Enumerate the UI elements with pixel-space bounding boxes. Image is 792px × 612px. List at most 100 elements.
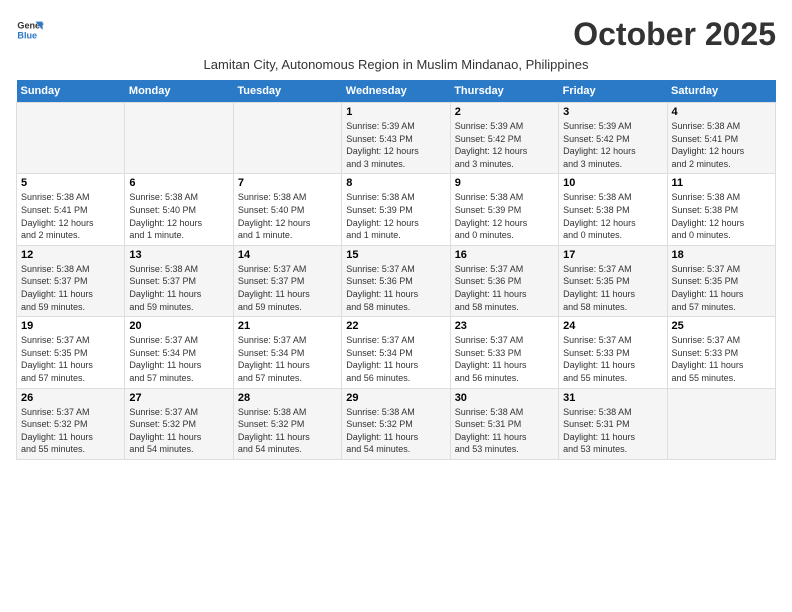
day-number: 7 — [238, 177, 337, 189]
day-cell: 1Sunrise: 5:39 AM Sunset: 5:43 PM Daylig… — [342, 103, 450, 174]
day-cell: 4 Sunrise: 5:38 AM Sunset: 5:41 PM Daylig… — [667, 103, 775, 174]
day-info: Sunrise: 5:38 AM Sunset: 5:39 PM Dayligh… — [455, 191, 554, 241]
day-number: 27 — [129, 392, 228, 404]
day-info: Sunrise: 5:38 AM Sunset: 5:41 PM Dayligh… — [21, 191, 120, 241]
week-row-4: 19Sunrise: 5:37 AM Sunset: 5:35 PM Dayli… — [17, 317, 776, 388]
header-row: SundayMondayTuesdayWednesdayThursdayFrid… — [17, 80, 776, 103]
day-info: Sunrise: 5:38 AM Sunset: 5:37 PM Dayligh… — [129, 263, 228, 313]
day-info: Sunrise: 5:37 AM Sunset: 5:36 PM Dayligh… — [455, 263, 554, 313]
day-cell: 11 Sunrise: 5:38 AM Sunset: 5:38 PM Dayli… — [667, 174, 775, 245]
day-info: Sunrise: 5:39 AM Sunset: 5:43 PM Dayligh… — [346, 120, 445, 170]
day-info: Sunrise: 5:37 AM Sunset: 5:32 PM Dayligh… — [21, 406, 120, 456]
day-number: 25 — [672, 320, 771, 332]
day-cell: 9 Sunrise: 5:38 AM Sunset: 5:39 PM Daylig… — [450, 174, 558, 245]
column-header-sunday: Sunday — [17, 80, 125, 103]
day-info: Sunrise: 5:39 AM Sunset: 5:42 PM Dayligh… — [455, 120, 554, 170]
day-cell: 31 Sunrise: 5:38 AM Sunset: 5:31 PM Dayli… — [559, 388, 667, 459]
logo: General Blue — [16, 16, 44, 44]
day-number: 30 — [455, 392, 554, 404]
day-cell: 2Sunrise: 5:39 AM Sunset: 5:42 PM Daylig… — [450, 103, 558, 174]
week-row-1: 1Sunrise: 5:39 AM Sunset: 5:43 PM Daylig… — [17, 103, 776, 174]
day-cell: 19Sunrise: 5:37 AM Sunset: 5:35 PM Dayli… — [17, 317, 125, 388]
day-cell — [17, 103, 125, 174]
day-cell: 15 Sunrise: 5:37 AM Sunset: 5:36 PM Dayli… — [342, 245, 450, 316]
day-cell: 16Sunrise: 5:37 AM Sunset: 5:36 PM Dayli… — [450, 245, 558, 316]
day-cell: 5 Sunrise: 5:38 AM Sunset: 5:41 PM Daylig… — [17, 174, 125, 245]
day-number: 8 — [346, 177, 445, 189]
column-header-saturday: Saturday — [667, 80, 775, 103]
column-header-friday: Friday — [559, 80, 667, 103]
day-cell: 25 Sunrise: 5:37 AM Sunset: 5:33 PM Dayli… — [667, 317, 775, 388]
day-number: 4 — [672, 106, 771, 118]
day-info: Sunrise: 5:37 AM Sunset: 5:35 PM Dayligh… — [563, 263, 662, 313]
day-info: Sunrise: 5:38 AM Sunset: 5:31 PM Dayligh… — [563, 406, 662, 456]
column-header-wednesday: Wednesday — [342, 80, 450, 103]
day-number: 23 — [455, 320, 554, 332]
day-info: Sunrise: 5:38 AM Sunset: 5:40 PM Dayligh… — [129, 191, 228, 241]
day-number: 17 — [563, 249, 662, 261]
day-info: Sunrise: 5:37 AM Sunset: 5:32 PM Dayligh… — [129, 406, 228, 456]
week-row-2: 5 Sunrise: 5:38 AM Sunset: 5:41 PM Daylig… — [17, 174, 776, 245]
day-info: Sunrise: 5:38 AM Sunset: 5:31 PM Dayligh… — [455, 406, 554, 456]
day-cell: 3 Sunrise: 5:39 AM Sunset: 5:42 PM Daylig… — [559, 103, 667, 174]
subtitle: Lamitan City, Autonomous Region in Musli… — [16, 57, 776, 72]
column-header-monday: Monday — [125, 80, 233, 103]
column-header-tuesday: Tuesday — [233, 80, 341, 103]
day-cell: 12 Sunrise: 5:38 AM Sunset: 5:37 PM Dayli… — [17, 245, 125, 316]
day-info: Sunrise: 5:38 AM Sunset: 5:32 PM Dayligh… — [346, 406, 445, 456]
week-row-3: 12 Sunrise: 5:38 AM Sunset: 5:37 PM Dayli… — [17, 245, 776, 316]
day-cell — [233, 103, 341, 174]
day-cell: 20Sunrise: 5:37 AM Sunset: 5:34 PM Dayli… — [125, 317, 233, 388]
logo-icon: General Blue — [16, 16, 44, 44]
day-cell: 26 Sunrise: 5:37 AM Sunset: 5:32 PM Dayli… — [17, 388, 125, 459]
day-number: 14 — [238, 249, 337, 261]
day-number: 3 — [563, 106, 662, 118]
day-number: 24 — [563, 320, 662, 332]
day-info: Sunrise: 5:38 AM Sunset: 5:40 PM Dayligh… — [238, 191, 337, 241]
day-info: Sunrise: 5:39 AM Sunset: 5:42 PM Dayligh… — [563, 120, 662, 170]
day-info: Sunrise: 5:38 AM Sunset: 5:38 PM Dayligh… — [672, 191, 771, 241]
day-cell: 6 Sunrise: 5:38 AM Sunset: 5:40 PM Daylig… — [125, 174, 233, 245]
day-number: 19 — [21, 320, 120, 332]
day-cell: 24Sunrise: 5:37 AM Sunset: 5:33 PM Dayli… — [559, 317, 667, 388]
day-number: 31 — [563, 392, 662, 404]
header: General Blue October 2025 — [16, 16, 776, 53]
day-cell: 22Sunrise: 5:37 AM Sunset: 5:34 PM Dayli… — [342, 317, 450, 388]
day-number: 18 — [672, 249, 771, 261]
calendar-table: SundayMondayTuesdayWednesdayThursdayFrid… — [16, 80, 776, 460]
day-number: 21 — [238, 320, 337, 332]
day-info: Sunrise: 5:37 AM Sunset: 5:33 PM Dayligh… — [455, 334, 554, 384]
day-cell: 29 Sunrise: 5:38 AM Sunset: 5:32 PM Dayli… — [342, 388, 450, 459]
month-title: October 2025 — [573, 16, 776, 53]
day-info: Sunrise: 5:38 AM Sunset: 5:41 PM Dayligh… — [672, 120, 771, 170]
day-number: 5 — [21, 177, 120, 189]
day-cell: 17 Sunrise: 5:37 AM Sunset: 5:35 PM Dayli… — [559, 245, 667, 316]
day-info: Sunrise: 5:38 AM Sunset: 5:38 PM Dayligh… — [563, 191, 662, 241]
day-cell: 10 Sunrise: 5:38 AM Sunset: 5:38 PM Dayli… — [559, 174, 667, 245]
day-cell: 14 Sunrise: 5:37 AM Sunset: 5:37 PM Dayli… — [233, 245, 341, 316]
day-number: 22 — [346, 320, 445, 332]
day-number: 9 — [455, 177, 554, 189]
day-number: 6 — [129, 177, 228, 189]
day-cell — [125, 103, 233, 174]
day-cell: 18Sunrise: 5:37 AM Sunset: 5:35 PM Dayli… — [667, 245, 775, 316]
day-number: 20 — [129, 320, 228, 332]
day-info: Sunrise: 5:37 AM Sunset: 5:36 PM Dayligh… — [346, 263, 445, 313]
day-info: Sunrise: 5:37 AM Sunset: 5:34 PM Dayligh… — [238, 334, 337, 384]
day-number: 10 — [563, 177, 662, 189]
day-number: 28 — [238, 392, 337, 404]
day-cell: 23 Sunrise: 5:37 AM Sunset: 5:33 PM Dayli… — [450, 317, 558, 388]
day-info: Sunrise: 5:37 AM Sunset: 5:33 PM Dayligh… — [672, 334, 771, 384]
day-info: Sunrise: 5:37 AM Sunset: 5:37 PM Dayligh… — [238, 263, 337, 313]
day-number: 26 — [21, 392, 120, 404]
day-cell — [667, 388, 775, 459]
day-number: 15 — [346, 249, 445, 261]
day-cell: 27 Sunrise: 5:37 AM Sunset: 5:32 PM Dayli… — [125, 388, 233, 459]
day-number: 29 — [346, 392, 445, 404]
day-number: 11 — [672, 177, 771, 189]
day-number: 12 — [21, 249, 120, 261]
day-cell: 7 Sunrise: 5:38 AM Sunset: 5:40 PM Daylig… — [233, 174, 341, 245]
day-info: Sunrise: 5:38 AM Sunset: 5:37 PM Dayligh… — [21, 263, 120, 313]
day-cell: 28Sunrise: 5:38 AM Sunset: 5:32 PM Dayli… — [233, 388, 341, 459]
day-cell: 8Sunrise: 5:38 AM Sunset: 5:39 PM Daylig… — [342, 174, 450, 245]
